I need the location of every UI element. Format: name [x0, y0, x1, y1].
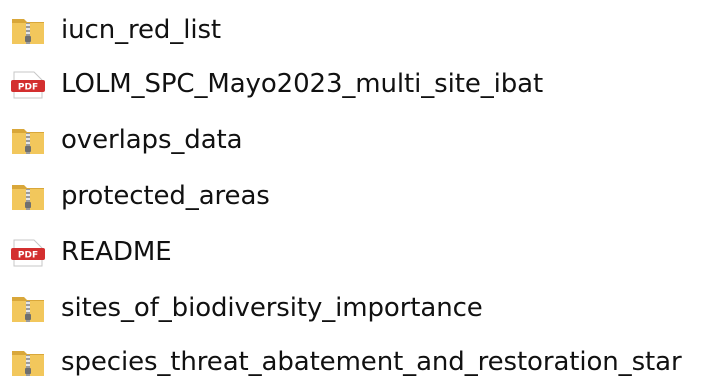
file-name: overlaps_data: [61, 125, 243, 155]
file-name: protected_areas: [61, 181, 270, 211]
file-row-protected-areas[interactable]: protected_areas: [0, 170, 725, 222]
pdf-badge-text: PDF: [18, 83, 38, 93]
zip-folder-icon: [8, 176, 48, 216]
file-name: iucn_red_list: [61, 15, 221, 45]
file-list: iucn_red_list PDF LOLM_SPC_Mayo2023_mult…: [0, 0, 725, 382]
zip-folder-icon: [8, 288, 48, 328]
zip-folder-icon: [8, 342, 48, 382]
pdf-icon: PDF: [8, 232, 48, 272]
file-row-species-threat-abatement[interactable]: species_threat_abatement_and_restoration…: [0, 336, 725, 382]
file-row-readme-pdf[interactable]: PDF README: [0, 226, 725, 278]
file-name: LOLM_SPC_Mayo2023_multi_site_ibat: [61, 69, 544, 99]
pdf-icon: PDF: [8, 64, 48, 104]
file-name: species_threat_abatement_and_restoration…: [61, 347, 682, 377]
file-row-sites-of-biodiversity-importance[interactable]: sites_of_biodiversity_importance: [0, 282, 725, 334]
file-row-iucn-red-list[interactable]: iucn_red_list: [0, 4, 725, 56]
zip-folder-icon: [8, 120, 48, 160]
file-row-overlaps-data[interactable]: overlaps_data: [0, 114, 725, 166]
file-name: README: [61, 237, 172, 267]
file-name: sites_of_biodiversity_importance: [61, 293, 483, 323]
zip-folder-icon: [8, 10, 48, 50]
file-row-lolm-spc-pdf[interactable]: PDF LOLM_SPC_Mayo2023_multi_site_ibat: [0, 58, 725, 110]
pdf-badge-text: PDF: [18, 251, 38, 261]
